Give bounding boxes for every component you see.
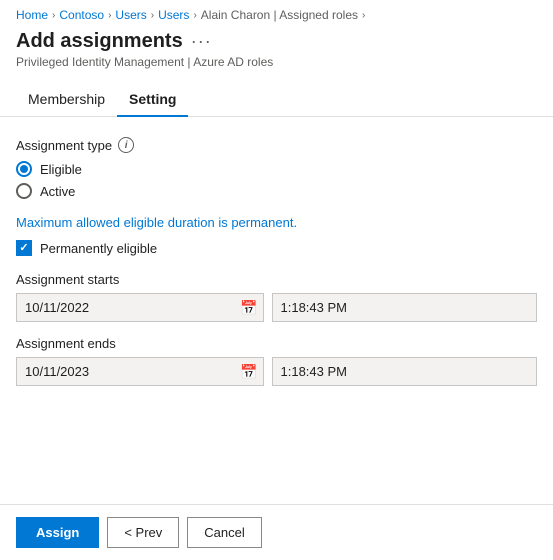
permanently-eligible-checkbox-item[interactable]: ✓ Permanently eligible	[16, 240, 537, 256]
assignment-type-info-icon[interactable]: i	[118, 137, 134, 153]
assignment-ends-date-input[interactable]	[16, 357, 264, 386]
breadcrumb-users1[interactable]: Users	[115, 8, 146, 22]
prev-button[interactable]: < Prev	[107, 517, 179, 548]
assignment-starts-time-input[interactable]	[272, 293, 538, 322]
breadcrumb-sep-3: ›	[149, 10, 156, 21]
calendar-starts-icon[interactable]: 📅	[240, 299, 257, 316]
breadcrumb-users2[interactable]: Users	[158, 8, 189, 22]
breadcrumb-home[interactable]: Home	[16, 8, 48, 22]
assignment-starts-date-input[interactable]	[16, 293, 264, 322]
assignment-type-label: Assignment type i	[16, 137, 537, 153]
content-area: Assignment type i Eligible Active Maximu…	[0, 117, 553, 416]
assignment-ends-field: Assignment ends 📅	[16, 336, 537, 386]
assignment-starts-field: Assignment starts 📅	[16, 272, 537, 322]
page-header: Add assignments ··· Privileged Identity …	[0, 26, 553, 71]
footer: Assign < Prev Cancel	[0, 504, 553, 560]
breadcrumb-sep-1: ›	[50, 10, 57, 21]
radio-eligible[interactable]: Eligible	[16, 161, 537, 177]
radio-active[interactable]: Active	[16, 183, 537, 199]
eligible-duration-info: Maximum allowed eligible duration is per…	[16, 215, 537, 230]
breadcrumb-sep-2: ›	[106, 10, 113, 21]
radio-active-input[interactable]	[16, 183, 32, 199]
permanently-eligible-label: Permanently eligible	[40, 241, 157, 256]
permanently-eligible-checkbox[interactable]: ✓	[16, 240, 32, 256]
tab-setting[interactable]: Setting	[117, 83, 188, 117]
breadcrumb-sep-5: ›	[360, 10, 367, 21]
breadcrumb-assigned-roles: Alain Charon | Assigned roles	[201, 8, 358, 22]
assignment-ends-label: Assignment ends	[16, 336, 537, 351]
assignment-ends-inputs: 📅	[16, 357, 537, 386]
more-options-icon[interactable]: ···	[191, 31, 212, 52]
assignment-type-group: Assignment type i Eligible Active	[16, 137, 537, 199]
breadcrumb-sep-4: ›	[191, 10, 198, 21]
assignment-ends-date-wrap: 📅	[16, 357, 264, 386]
breadcrumb: Home › Contoso › Users › Users › Alain C…	[0, 0, 553, 26]
assignment-starts-label: Assignment starts	[16, 272, 537, 287]
assign-button[interactable]: Assign	[16, 517, 99, 548]
assignment-starts-inputs: 📅	[16, 293, 537, 322]
tab-membership[interactable]: Membership	[16, 83, 117, 117]
radio-group-assignment-type: Eligible Active	[16, 161, 537, 199]
radio-eligible-input[interactable]	[16, 161, 32, 177]
calendar-ends-icon[interactable]: 📅	[240, 363, 257, 380]
tabs: Membership Setting	[0, 83, 553, 117]
page-title: Add assignments	[16, 30, 183, 53]
cancel-button[interactable]: Cancel	[187, 517, 261, 548]
page-subtitle: Privileged Identity Management | Azure A…	[16, 55, 537, 69]
checkmark-icon: ✓	[19, 243, 28, 254]
radio-active-label: Active	[40, 184, 75, 199]
breadcrumb-contoso[interactable]: Contoso	[59, 8, 104, 22]
assignment-ends-time-input[interactable]	[272, 357, 538, 386]
radio-eligible-label: Eligible	[40, 162, 82, 177]
assignment-starts-date-wrap: 📅	[16, 293, 264, 322]
